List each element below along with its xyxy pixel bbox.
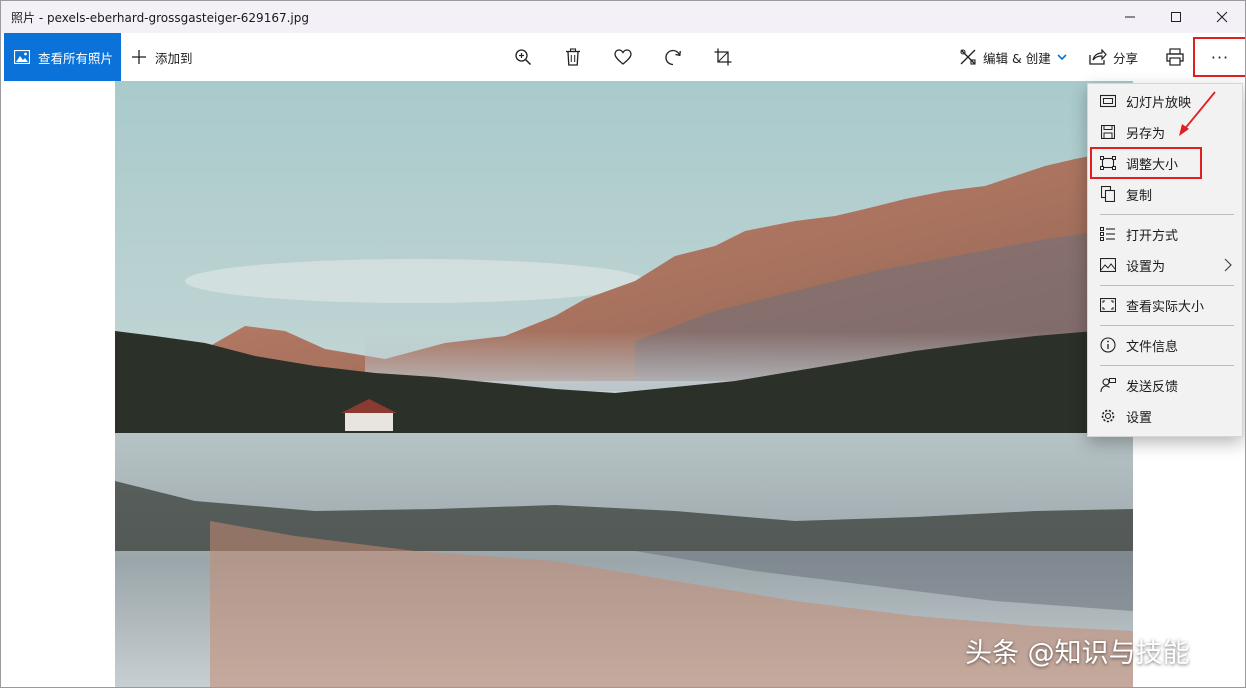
add-to-button[interactable]: 添加到 bbox=[131, 33, 193, 81]
close-icon bbox=[1216, 11, 1228, 23]
feedback-icon bbox=[1100, 377, 1116, 393]
zoom-in-icon bbox=[515, 49, 532, 66]
menu-item-label: 设置 bbox=[1126, 410, 1153, 426]
menu-separator bbox=[1100, 365, 1234, 366]
menu-item-label: 查看实际大小 bbox=[1126, 299, 1205, 315]
toolbar: 查看所有照片 添加到 编辑 & 创建 分享 ··· bbox=[1, 33, 1245, 81]
window-title: 照片 - pexels-eberhard-grossgasteiger-6291… bbox=[11, 11, 309, 25]
landscape-photo bbox=[115, 81, 1133, 687]
rotate-button[interactable] bbox=[658, 43, 688, 71]
menu-item-copy[interactable]: 复制 bbox=[1088, 179, 1242, 209]
crop-icon bbox=[714, 48, 732, 66]
menu-item-label: 发送反馈 bbox=[1126, 379, 1179, 395]
menu-item-label: 文件信息 bbox=[1126, 339, 1179, 355]
chevron-down-icon bbox=[1057, 54, 1067, 61]
set-as-icon bbox=[1100, 257, 1116, 273]
delete-button[interactable] bbox=[558, 43, 588, 71]
heart-icon bbox=[614, 49, 632, 65]
photo-viewer[interactable] bbox=[1, 81, 1245, 687]
info-icon bbox=[1100, 337, 1116, 353]
edit-create-label: 编辑 & 创建 bbox=[983, 50, 1051, 66]
more-options-button[interactable]: ··· bbox=[1193, 37, 1245, 77]
view-all-photos-button[interactable]: 查看所有照片 bbox=[4, 33, 121, 81]
share-button[interactable]: 分享 bbox=[1089, 33, 1138, 81]
maximize-button[interactable] bbox=[1153, 1, 1199, 33]
share-label: 分享 bbox=[1113, 50, 1139, 66]
chevron-right-icon bbox=[1224, 258, 1232, 272]
add-to-label: 添加到 bbox=[155, 50, 193, 66]
menu-separator bbox=[1100, 285, 1234, 286]
resize-highlight-annotation bbox=[1090, 147, 1202, 179]
save-icon bbox=[1100, 124, 1116, 140]
title-bar: 照片 - pexels-eberhard-grossgasteiger-6291… bbox=[1, 1, 1245, 33]
menu-item-actual-size[interactable]: 查看实际大小 bbox=[1088, 290, 1242, 320]
menu-item-open-with[interactable]: 打开方式 bbox=[1088, 219, 1242, 249]
red-arrow-annotation bbox=[1179, 91, 1216, 136]
zoom-button[interactable] bbox=[508, 43, 538, 71]
share-icon bbox=[1089, 49, 1107, 65]
photos-app-window: 照片 - pexels-eberhard-grossgasteiger-6291… bbox=[0, 0, 1246, 688]
photo-gallery-icon bbox=[14, 50, 30, 64]
menu-item-label: 另存为 bbox=[1126, 126, 1166, 142]
more-icon: ··· bbox=[1210, 47, 1230, 67]
crop-button[interactable] bbox=[708, 43, 738, 71]
edit-icon bbox=[960, 49, 976, 65]
menu-item-feedback[interactable]: 发送反馈 bbox=[1088, 370, 1242, 400]
menu-item-set-as[interactable]: 设置为 bbox=[1088, 250, 1242, 280]
actual-size-icon bbox=[1100, 297, 1116, 313]
menu-separator bbox=[1100, 214, 1234, 215]
rotate-icon bbox=[665, 49, 681, 66]
maximize-icon bbox=[1171, 12, 1181, 22]
delete-icon bbox=[566, 48, 580, 66]
minimize-button[interactable] bbox=[1107, 1, 1153, 33]
print-icon bbox=[1166, 48, 1184, 66]
menu-item-label: 复制 bbox=[1126, 188, 1153, 204]
favorite-button[interactable] bbox=[608, 43, 638, 71]
open-with-icon bbox=[1100, 226, 1116, 242]
menu-item-settings[interactable]: 设置 bbox=[1088, 401, 1242, 431]
plus-icon bbox=[132, 50, 146, 64]
watermark-text: 头条 @知识与技能 bbox=[965, 638, 1190, 669]
menu-item-file-info[interactable]: 文件信息 bbox=[1088, 330, 1242, 360]
print-button[interactable] bbox=[1161, 43, 1189, 71]
menu-item-label: 设置为 bbox=[1126, 259, 1166, 275]
menu-item-label: 打开方式 bbox=[1126, 228, 1179, 244]
copy-icon bbox=[1100, 186, 1116, 202]
view-all-photos-label: 查看所有照片 bbox=[38, 50, 114, 66]
settings-icon bbox=[1100, 408, 1116, 424]
menu-separator bbox=[1100, 325, 1234, 326]
minimize-icon bbox=[1125, 16, 1135, 18]
slideshow-icon bbox=[1100, 93, 1116, 109]
edit-create-button[interactable]: 编辑 & 创建 bbox=[959, 33, 1067, 81]
close-button[interactable] bbox=[1199, 1, 1245, 33]
